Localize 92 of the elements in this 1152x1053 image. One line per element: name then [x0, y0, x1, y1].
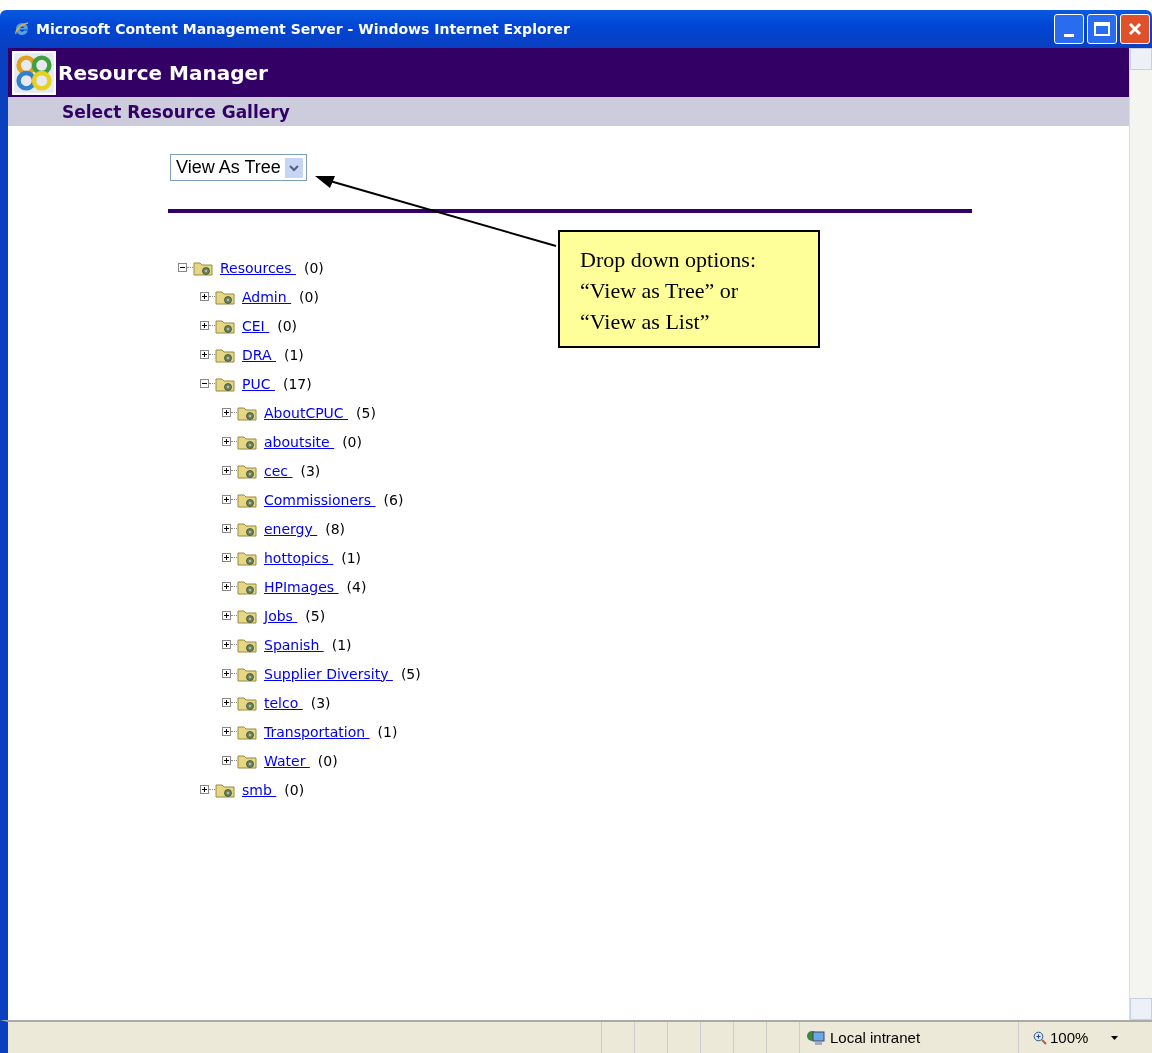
folder-link[interactable]: CEI: [242, 317, 270, 334]
minimize-button[interactable]: [1054, 14, 1084, 44]
expand-toggle-icon[interactable]: [222, 669, 231, 678]
item-count: (0): [284, 781, 305, 798]
folder-icon: [215, 781, 235, 798]
item-count: (1): [341, 549, 362, 566]
folder-link[interactable]: hottopics: [264, 549, 334, 566]
expand-toggle-icon[interactable]: [222, 408, 231, 417]
folder-icon: [237, 752, 257, 769]
expand-toggle-icon[interactable]: [222, 756, 231, 765]
item-count: (1): [331, 636, 352, 653]
folder-icon: [237, 462, 257, 479]
item-count: (17): [282, 375, 312, 392]
maximize-button[interactable]: [1087, 14, 1117, 44]
folder-icon: [237, 636, 257, 653]
item-count: (5): [356, 404, 376, 421]
expand-toggle-icon[interactable]: [222, 640, 231, 649]
expand-toggle-icon[interactable]: [222, 495, 231, 504]
folder-link[interactable]: Commissioners: [264, 491, 376, 508]
item-count: (6): [383, 491, 404, 508]
folder-icon: [237, 665, 257, 682]
folder-icon: [215, 288, 235, 305]
expand-toggle-icon[interactable]: [222, 553, 231, 562]
item-count: (5): [400, 665, 421, 682]
item-count: (4): [346, 578, 367, 595]
scrollbar[interactable]: [1129, 48, 1152, 1020]
item-count: (0): [317, 752, 338, 769]
item-count: (0): [342, 433, 362, 450]
folder-icon: [237, 549, 257, 566]
close-button[interactable]: [1120, 14, 1150, 44]
expand-toggle-icon[interactable]: [200, 379, 209, 388]
expand-toggle-icon[interactable]: [222, 437, 231, 446]
folder-icon: [215, 375, 235, 392]
item-count: (0): [299, 288, 319, 305]
expand-toggle-icon[interactable]: [222, 611, 231, 620]
folder-link[interactable]: Jobs: [264, 607, 298, 624]
folder-link[interactable]: Transportation: [264, 723, 370, 740]
expand-toggle-icon[interactable]: [222, 582, 231, 591]
window-title: Microsoft Content Management Server - Windows Internet Explorer: [36, 21, 571, 37]
browser-icon: [14, 21, 30, 37]
expand-toggle-icon[interactable]: [200, 350, 209, 359]
page-title: Resource Manager: [58, 60, 268, 85]
expand-toggle-icon[interactable]: [200, 292, 209, 301]
expand-toggle-icon[interactable]: [222, 727, 231, 736]
folder-link[interactable]: AboutCPUC: [264, 404, 349, 421]
callout-text: Drop down options: “View as Tree” or “View as List”: [580, 246, 757, 336]
folder-link[interactable]: PUC: [242, 375, 275, 392]
folder-icon: [237, 578, 257, 595]
folder-link[interactable]: HPImages: [264, 578, 339, 595]
folder-link[interactable]: Supplier Diversity: [264, 665, 393, 682]
folder-icon: [237, 433, 257, 450]
section-title: Select Resource Gallery: [62, 101, 290, 122]
folder-link[interactable]: cec: [264, 462, 293, 479]
item-count: (5): [305, 607, 326, 624]
folder-link[interactable]: telco: [264, 694, 303, 711]
folder-icon: [237, 404, 257, 421]
network-computer-icon: [806, 1028, 826, 1047]
folder-icon: [237, 723, 257, 740]
gears-logo-icon: [12, 50, 56, 95]
item-count: (3): [310, 694, 331, 711]
expand-toggle-icon[interactable]: [222, 698, 231, 707]
folder-link[interactable]: Resources: [220, 259, 296, 276]
item-count: (0): [303, 259, 324, 276]
folder-link[interactable]: energy: [264, 520, 318, 537]
folder-icon: [215, 317, 235, 334]
folder-icon: [215, 346, 235, 363]
item-count: (0): [277, 317, 298, 334]
folder-icon: [237, 607, 257, 624]
folder-link[interactable]: DRA: [242, 346, 276, 363]
expand-toggle-icon[interactable]: [200, 785, 209, 794]
zoom-button[interactable]: 100%: [1018, 1022, 1152, 1053]
item-count: (1): [283, 346, 304, 363]
folder-icon: [237, 491, 257, 508]
expand-toggle-icon[interactable]: [222, 524, 231, 533]
folder-link[interactable]: Spanish: [264, 636, 324, 653]
security-zone: Local intranet: [830, 1029, 921, 1046]
expand-toggle-icon[interactable]: [178, 263, 187, 272]
folder-icon: [237, 694, 257, 711]
folder-link[interactable]: Admin: [242, 288, 292, 305]
folder-icon: [237, 520, 257, 537]
magnifier-icon: [1033, 1030, 1047, 1045]
folder-icon: [193, 259, 213, 276]
caret-icon: [1111, 1035, 1119, 1040]
expand-toggle-icon[interactable]: [222, 466, 231, 475]
expand-toggle-icon[interactable]: [200, 321, 209, 330]
folder-link[interactable]: aboutsite: [264, 433, 335, 450]
folder-link[interactable]: Water: [264, 752, 310, 769]
item-count: (8): [325, 520, 346, 537]
item-count: (3): [300, 462, 321, 479]
item-count: (1): [377, 723, 398, 740]
folder-link[interactable]: smb: [242, 781, 277, 798]
view-dropdown[interactable]: View As Tree: [170, 154, 307, 181]
